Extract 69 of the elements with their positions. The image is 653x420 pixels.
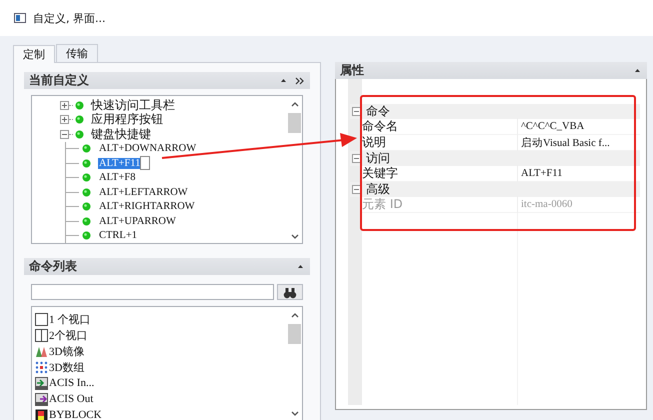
export-icon <box>35 392 48 406</box>
command-item[interactable]: ACIS Out <box>49 393 94 405</box>
collapse-box-icon[interactable] <box>352 185 361 194</box>
tree-item[interactable]: ALT+F11 <box>98 158 142 169</box>
panel-title: 属性 <box>340 62 364 79</box>
status-dot-icon <box>82 216 91 226</box>
collapse-icon <box>297 263 304 270</box>
collapse-box-icon[interactable] <box>352 154 361 163</box>
panel-title: 命令列表 <box>29 258 77 275</box>
command-item[interactable]: BYBLOCK <box>49 409 102 420</box>
collapse-icon <box>634 67 641 74</box>
command-item[interactable]: 2个视口 <box>49 328 88 342</box>
property-category: 访问 <box>366 150 390 166</box>
window-title: 自定义, 界面... <box>33 10 106 26</box>
property-value: ALT+F11 <box>520 168 562 179</box>
color-block-icon <box>35 408 48 420</box>
status-dot-icon <box>82 202 91 212</box>
edit-field[interactable] <box>140 156 150 170</box>
expand-box-icon[interactable] <box>60 115 69 124</box>
status-dot-icon <box>82 231 91 240</box>
property-category: 命令 <box>366 103 390 120</box>
tree-item[interactable]: 应用程序按钮 <box>90 111 164 128</box>
command-item[interactable]: 3D镜像 <box>49 344 84 358</box>
status-dot-icon <box>82 158 91 168</box>
property-name: 命令名 <box>362 118 518 135</box>
expand-box-icon[interactable] <box>60 100 69 110</box>
scroll-thumb[interactable] <box>288 324 301 344</box>
tree-item[interactable]: ALT+LEFTARROW <box>98 186 189 198</box>
scroll-thumb[interactable] <box>288 113 301 133</box>
find-button[interactable] <box>277 284 303 300</box>
collapse-icon <box>280 77 287 84</box>
tree-item[interactable]: ALT+RIGHTARROW <box>98 201 196 212</box>
scroll-down-icon <box>290 233 298 240</box>
command-item[interactable]: ACIS In... <box>49 377 94 389</box>
status-dot-icon <box>75 115 84 124</box>
scroll-up-icon <box>290 101 298 108</box>
status-dot-icon <box>82 188 91 197</box>
tree-item[interactable]: ALT+UPARROW <box>98 216 177 227</box>
tab[interactable]: 传输 <box>56 44 98 62</box>
status-dot-icon <box>82 173 91 182</box>
command-item[interactable]: 3D数组 <box>49 360 84 374</box>
viewport-icon <box>35 312 48 326</box>
search-field[interactable] <box>31 284 274 300</box>
command-item[interactable]: 1 个视口 <box>49 312 90 326</box>
collapse-box-icon[interactable] <box>60 130 69 139</box>
tree-item[interactable]: 快速访问工具栏 <box>90 96 176 114</box>
grid-icon <box>35 360 48 374</box>
tab[interactable]: 定制 <box>13 45 55 63</box>
tree-item[interactable]: ALT+F8 <box>98 172 136 184</box>
tree-item[interactable]: CTRL+1 <box>98 230 138 242</box>
property-category: 高级 <box>366 181 390 198</box>
status-dot-icon <box>75 100 84 110</box>
app-icon <box>14 12 26 24</box>
scroll-up-icon <box>290 312 298 319</box>
property-value: ^C^C^C_VBA <box>520 121 584 132</box>
collapse-box-icon[interactable] <box>352 107 361 116</box>
binoculars-icon <box>283 286 297 298</box>
panel-title: 当前自定义 <box>29 72 89 89</box>
tree-item[interactable]: ALT+DOWNARROW <box>98 143 198 154</box>
status-dot-icon <box>75 130 84 139</box>
scroll-down-icon <box>290 410 298 417</box>
import-icon <box>35 376 48 390</box>
status-dot-icon <box>82 144 91 154</box>
tree-item[interactable]: 键盘快捷键 <box>90 126 152 143</box>
chevrons-icon <box>295 76 304 84</box>
property-name: 元素 ID <box>362 196 518 213</box>
property-value: itc-ma-0060 <box>520 199 572 210</box>
property-value: 启动Visual Basic f... <box>520 136 610 150</box>
split-viewport-icon <box>35 328 48 342</box>
